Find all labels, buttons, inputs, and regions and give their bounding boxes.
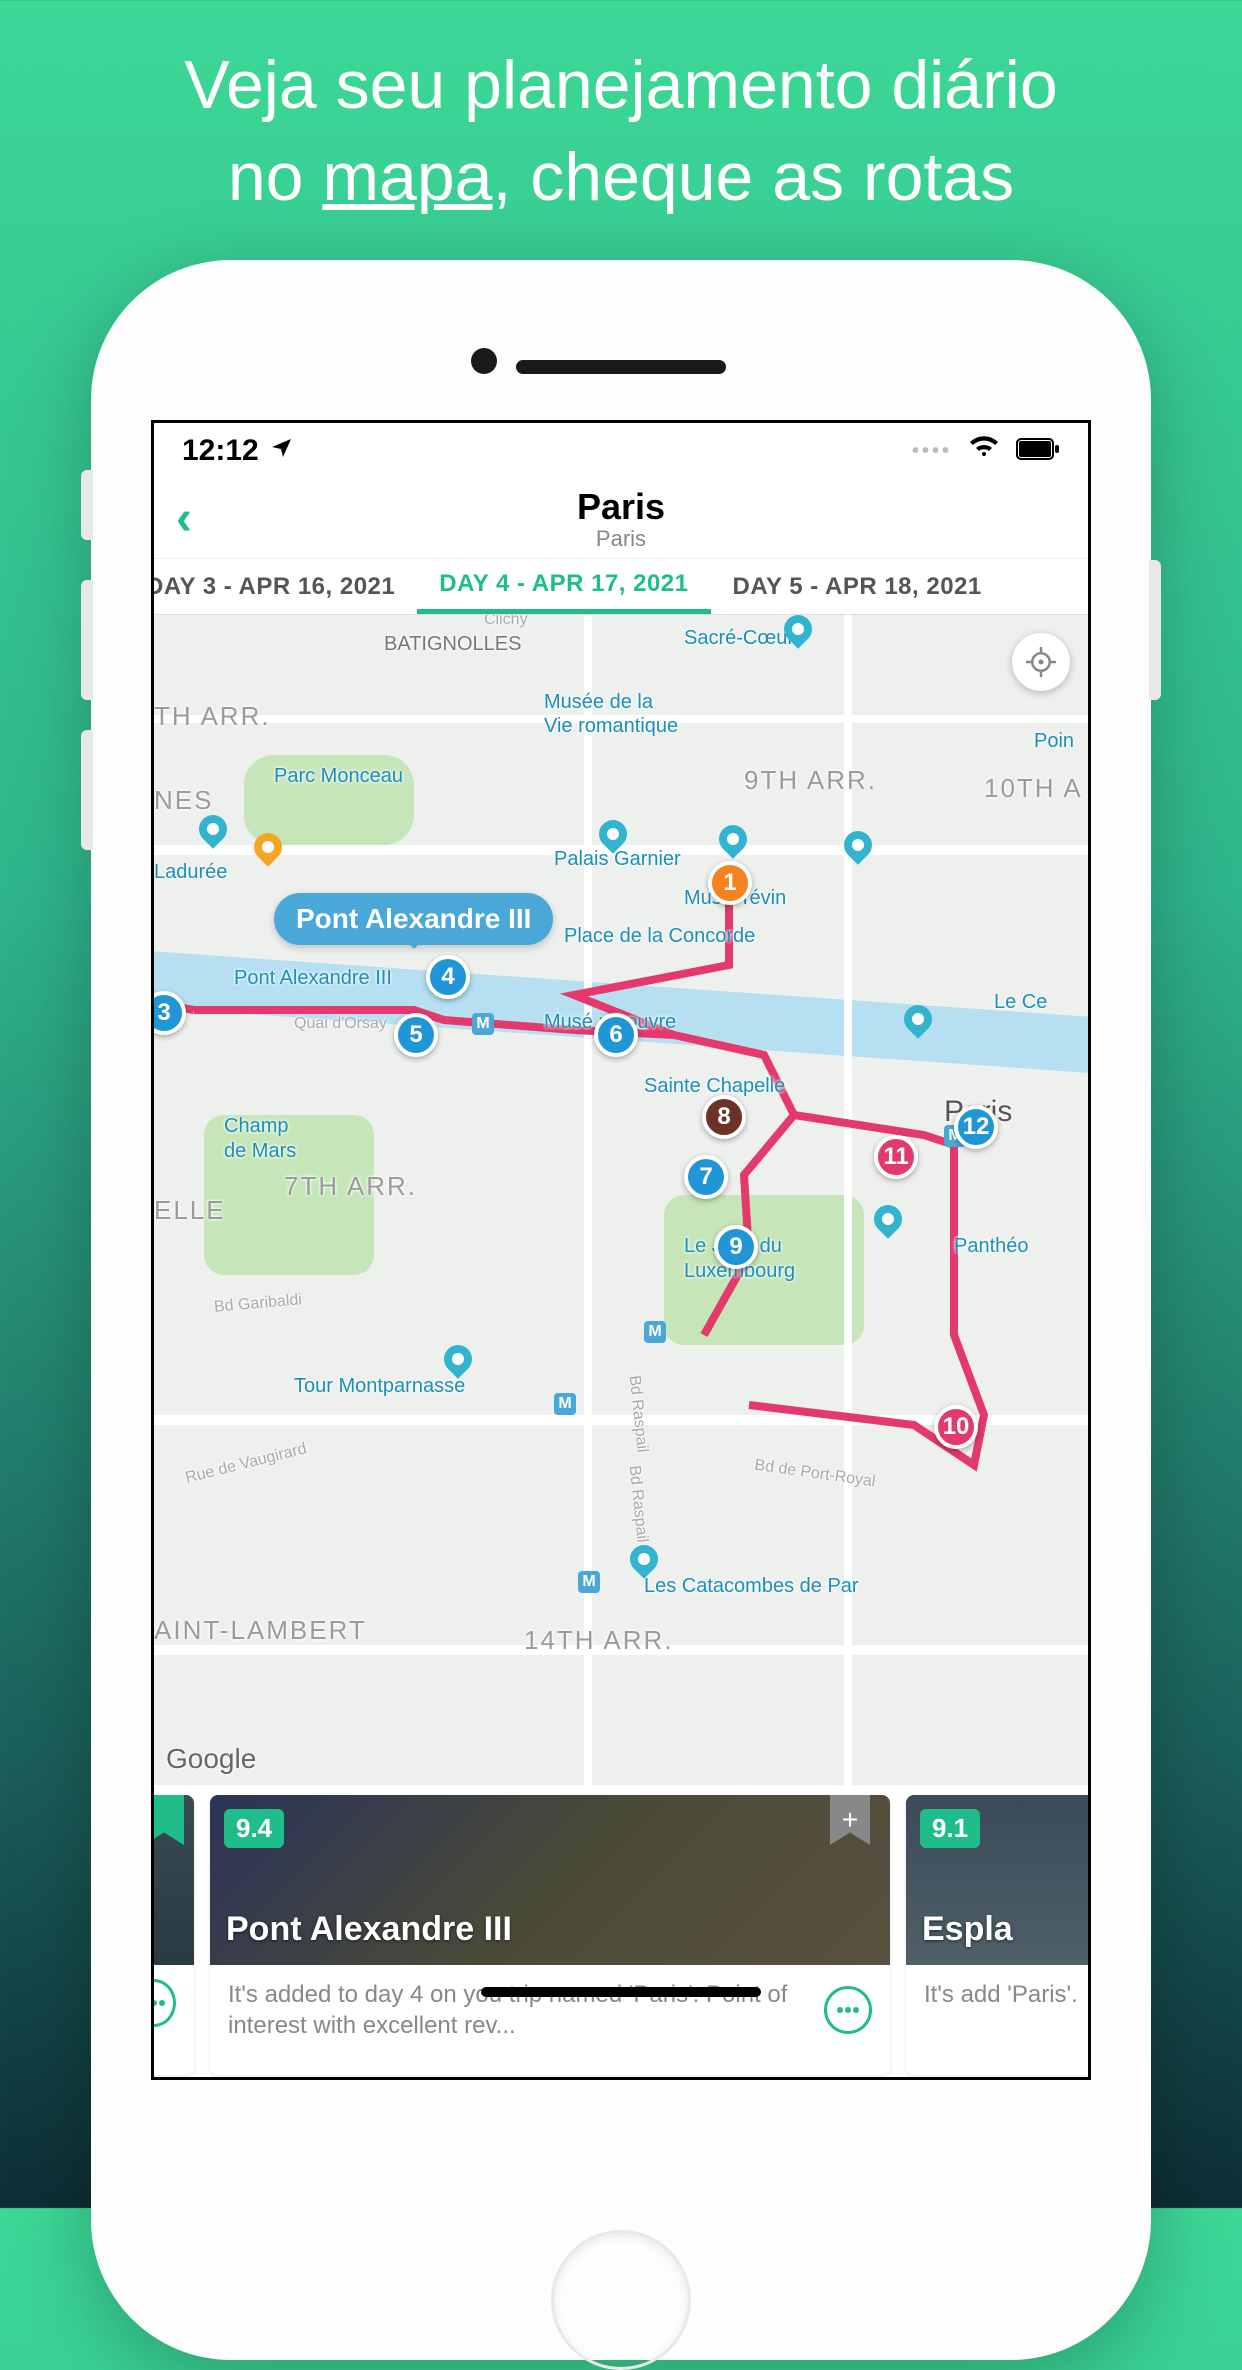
- phone-volume-up: [81, 580, 93, 700]
- screen: 12:12 •••• ‹ Paris Paris: [151, 420, 1091, 2080]
- metro-icon: M: [644, 1321, 666, 1343]
- map-poi-label: Musée de la: [544, 691, 653, 714]
- map-poi-label: Sainte Chapelle: [644, 1075, 785, 1098]
- map-poi-label: de Mars: [224, 1140, 296, 1163]
- status-bar: 12:12 ••••: [154, 423, 1088, 479]
- phone-volume-down: [81, 730, 93, 850]
- tab-day-4[interactable]: DAY 4 - APR 17, 2021: [417, 559, 710, 614]
- card-title: Espla: [922, 1910, 1013, 1949]
- phone-frame: 12:12 •••• ‹ Paris Paris: [91, 260, 1151, 2360]
- bookmark-icon[interactable]: [151, 1795, 184, 1845]
- metro-icon: M: [472, 1013, 494, 1035]
- map-poi-label: Les Catacombes de Par: [644, 1575, 859, 1598]
- map-view[interactable]: BATIGNOLLES Sacré-Cœur Clichy Musée de l…: [154, 615, 1088, 1785]
- card-description: It's add 'Paris'.: [924, 1979, 1091, 2010]
- map-poi-label: Place de la Concorde: [564, 925, 755, 948]
- map-district-label: AINT-LAMBERT: [154, 1615, 367, 1646]
- route-marker-11[interactable]: 11: [874, 1135, 918, 1179]
- promo-line1: Veja seu planejamento diário: [184, 47, 1057, 123]
- map-poi-label: Tour Montparnasse: [294, 1375, 465, 1398]
- battery-icon: [1016, 434, 1060, 468]
- add-bookmark-button[interactable]: +: [830, 1795, 870, 1845]
- map-road-label: Quai d'Orsay: [294, 1015, 387, 1033]
- route-marker-4[interactable]: 4: [426, 955, 470, 999]
- location-icon: [269, 434, 293, 468]
- route-marker-10[interactable]: 10: [934, 1405, 978, 1449]
- map-poi-label: Palais Garnier: [554, 848, 681, 871]
- route-marker-6[interactable]: 6: [594, 1013, 638, 1057]
- map-poi-label: Le Ce: [994, 991, 1047, 1014]
- metro-icon: M: [554, 1393, 576, 1415]
- phone-speaker: [516, 360, 726, 374]
- promo-underline: mapa: [322, 139, 492, 215]
- page-subtitle: Paris: [577, 526, 665, 552]
- tab-day-3[interactable]: DAY 3 - APR 16, 2021: [154, 559, 417, 614]
- map-road-label: Clichy: [484, 615, 528, 629]
- tab-day-5[interactable]: DAY 5 - APR 18, 2021: [711, 559, 1004, 614]
- phone-camera: [471, 348, 497, 374]
- promo-line2-post: , cheque as rotas: [492, 139, 1014, 215]
- home-indicator[interactable]: [481, 1987, 761, 1997]
- wifi-icon: [968, 434, 1000, 468]
- map-poi-label: Pont Alexandre III: [234, 967, 392, 990]
- route-marker-12[interactable]: 12: [954, 1105, 998, 1149]
- cellular-dots: ••••: [912, 440, 952, 463]
- map-poi-label: Parc Monceau: [274, 765, 403, 788]
- rating-badge: 9.1: [920, 1809, 980, 1848]
- prev-card[interactable]: [151, 1795, 194, 2075]
- route-marker-7[interactable]: 7: [684, 1155, 728, 1199]
- more-button[interactable]: [151, 1979, 176, 2027]
- place-card[interactable]: 9.4 + Pont Alexandre III It's added to d…: [210, 1795, 890, 2075]
- map-district-label: 10TH A: [984, 773, 1083, 804]
- route-marker-1[interactable]: 1: [708, 861, 752, 905]
- map-poi-label: Poin: [1034, 730, 1074, 753]
- map-poi-label: Panthéo: [954, 1235, 1029, 1258]
- map-district-label: 14TH ARR.: [524, 1625, 674, 1656]
- day-tabs[interactable]: DAY 3 - APR 16, 2021 DAY 4 - APR 17, 202…: [154, 559, 1088, 615]
- map-poi-label: Vie romantique: [544, 715, 678, 738]
- card-title: Pont Alexandre III: [226, 1910, 512, 1949]
- google-logo: Google: [166, 1743, 256, 1775]
- map-district-label: 7TH ARR.: [284, 1171, 417, 1202]
- metro-icon: M: [578, 1571, 600, 1593]
- home-button[interactable]: [551, 2230, 691, 2370]
- rating-badge: 9.4: [224, 1809, 284, 1848]
- page-title: Paris: [577, 486, 665, 528]
- locate-me-button[interactable]: [1012, 633, 1070, 691]
- map-district-label: NES: [154, 785, 213, 816]
- phone-power: [1149, 560, 1161, 700]
- map-district-label: ELLE: [154, 1195, 226, 1226]
- map-poi-label: Champ: [224, 1115, 288, 1138]
- map-callout[interactable]: Pont Alexandre III: [274, 893, 553, 945]
- map-district-label: 9TH ARR.: [744, 765, 877, 796]
- more-button[interactable]: [824, 1986, 872, 2034]
- promo-headline: Veja seu planejamento diário no mapa, ch…: [0, 0, 1242, 224]
- status-time: 12:12: [182, 434, 259, 468]
- map-poi-label: Ladurée: [154, 861, 227, 884]
- map-district-label: TH ARR.: [154, 701, 271, 732]
- promo-line2-pre: no: [228, 139, 323, 215]
- route-marker-5[interactable]: 5: [394, 1013, 438, 1057]
- header: ‹ Paris Paris: [154, 479, 1088, 559]
- route-marker-9[interactable]: 9: [714, 1225, 758, 1269]
- route-marker-8[interactable]: 8: [702, 1095, 746, 1139]
- map-poi-label: Sacré-Cœur: [684, 627, 794, 650]
- place-cards-strip[interactable]: 9.4 + Pont Alexandre III It's added to d…: [154, 1785, 1088, 2080]
- back-button[interactable]: ‹: [176, 491, 192, 546]
- phone-mute-switch: [81, 470, 93, 540]
- map-neighborhood-label: BATIGNOLLES: [384, 633, 521, 656]
- next-card[interactable]: 9.1 Espla It's add 'Paris'.: [906, 1795, 1091, 2075]
